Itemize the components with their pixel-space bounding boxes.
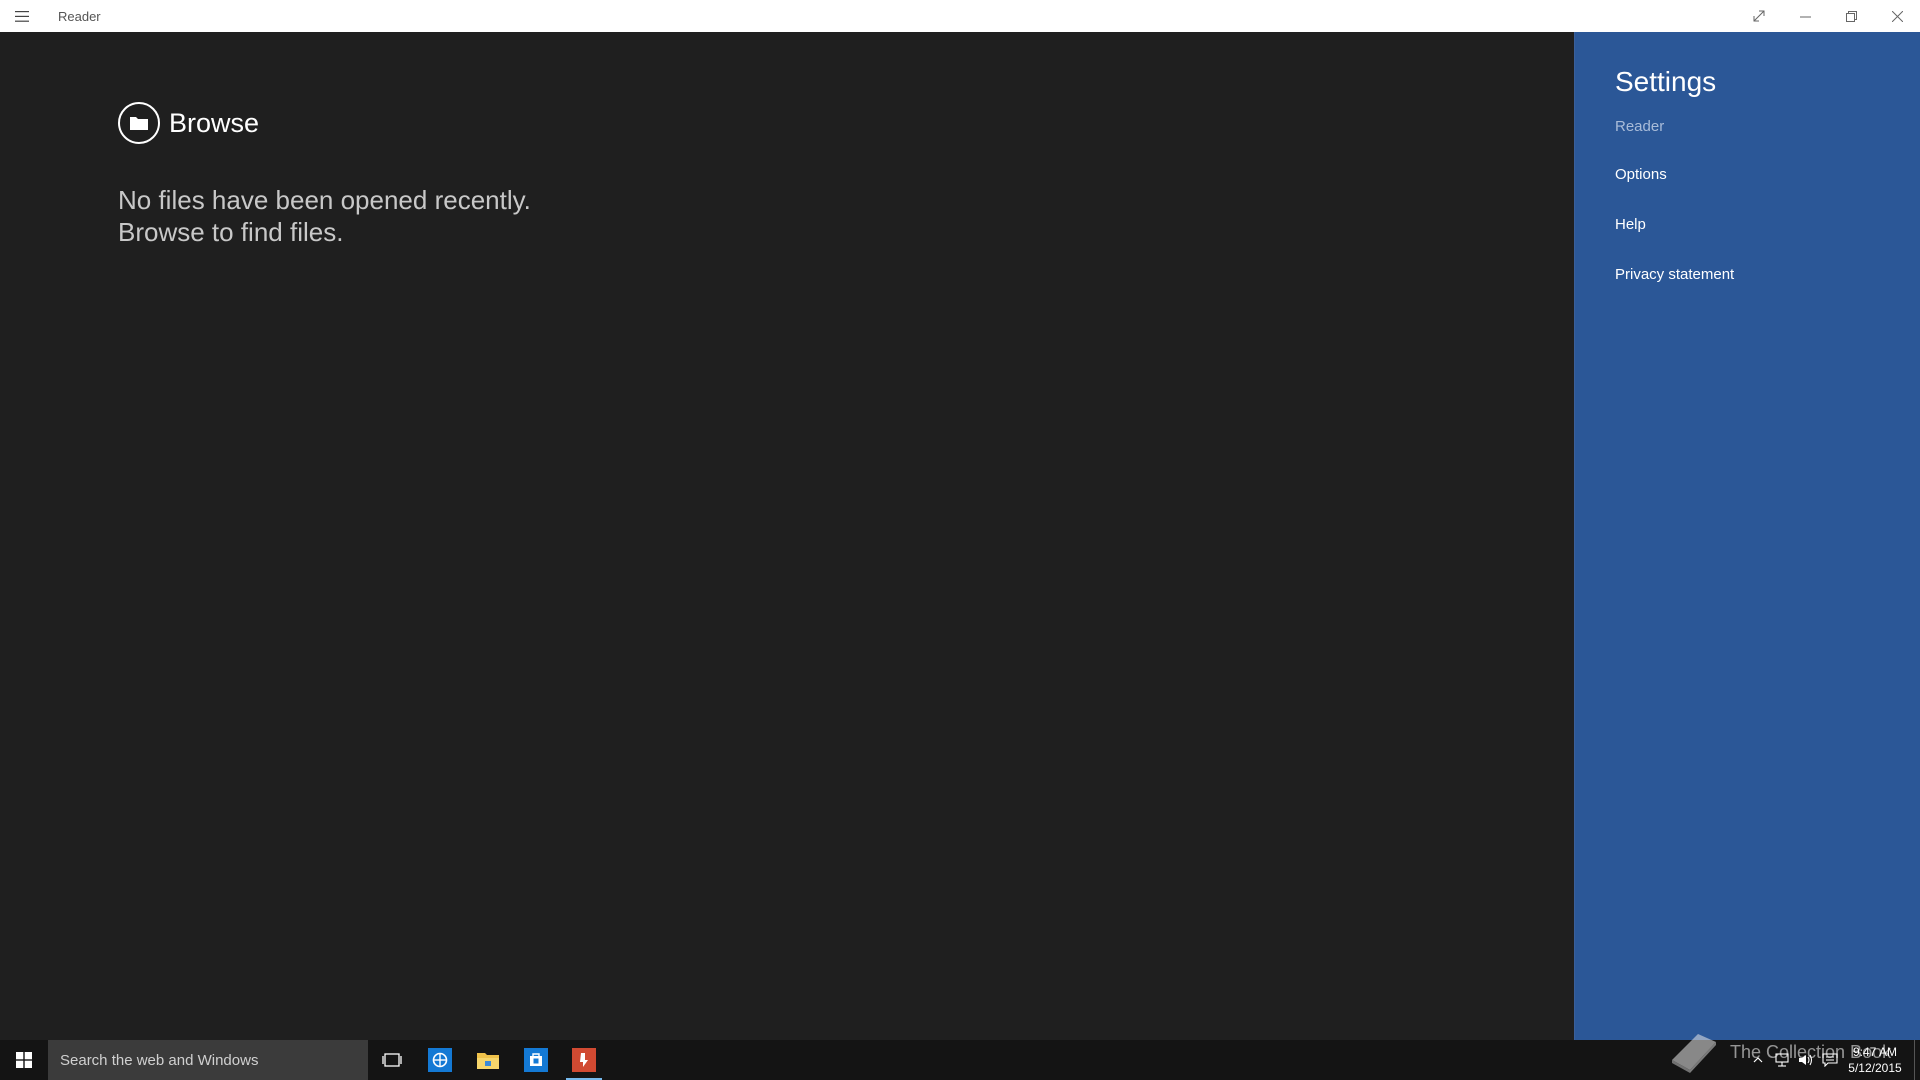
- file-explorer-button[interactable]: [464, 1040, 512, 1080]
- hamburger-menu-icon[interactable]: [0, 0, 44, 32]
- settings-flyout: Settings Reader Options Help Privacy sta…: [1574, 32, 1920, 1040]
- internet-explorer-icon: [428, 1048, 452, 1072]
- restore-button[interactable]: [1828, 0, 1874, 32]
- restore-icon: [1845, 10, 1857, 22]
- reader-app-button[interactable]: [560, 1040, 608, 1080]
- task-view-icon: [382, 1053, 402, 1067]
- close-icon: [1891, 10, 1903, 22]
- windows-logo-icon: [16, 1052, 32, 1068]
- taskbar: Search the web and Windows 9:47 AM 5/12/…: [0, 1040, 1920, 1080]
- empty-state-message: No files have been opened recently. Brow…: [118, 184, 531, 248]
- expand-icon: [1753, 10, 1765, 22]
- task-view-button[interactable]: [368, 1040, 416, 1080]
- app-title: Reader: [58, 8, 101, 24]
- start-button[interactable]: [0, 1040, 48, 1080]
- settings-item-options[interactable]: Options: [1615, 166, 1667, 183]
- settings-item-help[interactable]: Help: [1615, 216, 1646, 233]
- book-icon: [1672, 1034, 1716, 1073]
- empty-state-line-1: No files have been opened recently.: [118, 185, 531, 215]
- close-button[interactable]: [1874, 0, 1920, 32]
- show-desktop-button[interactable]: [1914, 1040, 1920, 1080]
- search-input[interactable]: Search the web and Windows: [48, 1040, 368, 1080]
- browse-label: Browse: [169, 107, 260, 138]
- window-controls: [1736, 0, 1920, 32]
- title-bar: Reader: [0, 0, 1920, 32]
- watermark: The Collection Book: [1668, 1030, 1891, 1074]
- empty-state-line-2: Browse to find files.: [118, 217, 344, 247]
- reader-app-icon: [572, 1048, 596, 1072]
- minimize-button[interactable]: [1782, 0, 1828, 32]
- store-icon: [524, 1048, 548, 1072]
- watermark-text: The Collection Book: [1730, 1041, 1892, 1062]
- file-explorer-icon: [477, 1053, 499, 1069]
- minimize-icon: [1799, 16, 1811, 17]
- search-placeholder: Search the web and Windows: [60, 1051, 259, 1069]
- browse-button[interactable]: Browse: [118, 102, 259, 144]
- fullscreen-button[interactable]: [1736, 0, 1782, 32]
- store-button[interactable]: [512, 1040, 560, 1080]
- folder-icon: [118, 102, 160, 144]
- settings-subtitle: Reader: [1615, 118, 1665, 135]
- internet-explorer-button[interactable]: [416, 1040, 464, 1080]
- settings-item-privacy-statement[interactable]: Privacy statement: [1615, 266, 1734, 283]
- main-content: Browse No files have been opened recentl…: [0, 32, 1574, 1040]
- settings-title: Settings: [1615, 66, 1717, 97]
